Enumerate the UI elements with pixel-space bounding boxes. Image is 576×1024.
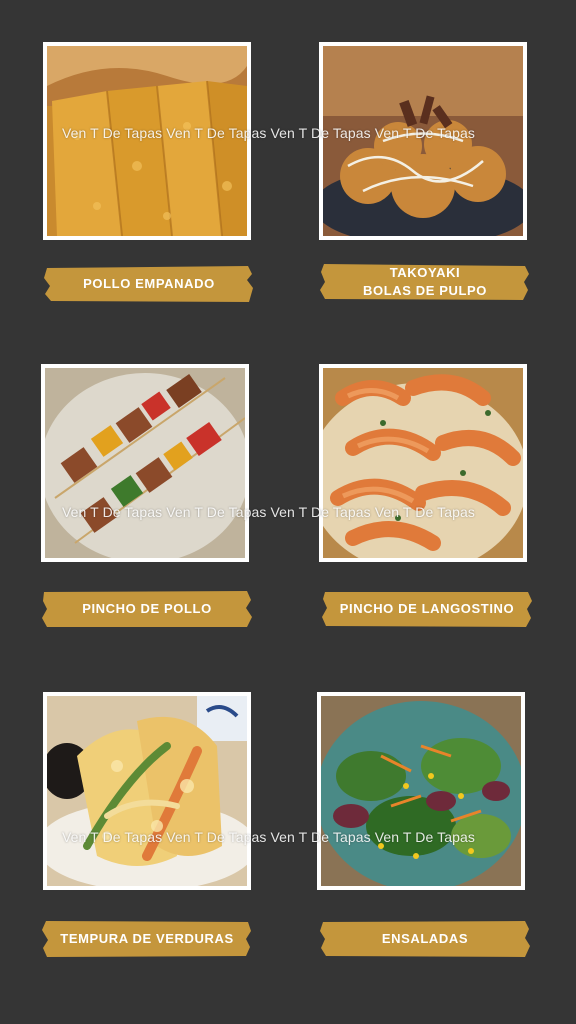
photo-ensaladas[interactable] <box>317 692 525 890</box>
label-text: PINCHO DE POLLO <box>82 601 212 616</box>
grilled-prawns-image <box>323 368 523 558</box>
photo-tempura-de-verduras[interactable] <box>43 692 251 890</box>
chicken-skewers-image <box>45 368 245 558</box>
label-tempura-de-verduras: TEMPURA DE VERDURAS <box>41 919 253 959</box>
label-ensaladas: ENSALADAS <box>319 919 531 959</box>
photo-takoyaki[interactable] <box>319 42 527 240</box>
watermark-row-1: Ven T De Tapas Ven T De Tapas Ven T De T… <box>62 125 475 141</box>
photo-pincho-de-langostino[interactable] <box>319 364 527 562</box>
photo-pollo-empanado[interactable] <box>43 42 251 240</box>
label-text: TAKOYAKI BOLAS DE PULPO <box>363 265 487 298</box>
label-text: ENSALADAS <box>381 931 469 946</box>
label-pincho-de-langostino: PINCHO DE LANGOSTINO <box>321 589 533 629</box>
photo-pincho-de-pollo[interactable] <box>41 364 249 562</box>
label-text: PINCHO DE LANGOSTINO <box>339 601 515 616</box>
label-text: POLLO EMPANADO <box>83 276 215 291</box>
label-text: TEMPURA DE VERDURAS <box>60 931 234 946</box>
vegetable-tempura-image <box>47 696 247 886</box>
takoyaki-image <box>323 46 523 236</box>
watermark-row-3: Ven T De Tapas Ven T De Tapas Ven T De T… <box>62 829 475 845</box>
watermark-row-2: Ven T De Tapas Ven T De Tapas Ven T De T… <box>62 504 475 520</box>
mixed-salad-image <box>321 696 521 886</box>
label-pollo-empanado: POLLO EMPANADO <box>43 264 255 304</box>
label-pincho-de-pollo: PINCHO DE POLLO <box>41 589 253 629</box>
label-takoyaki: TAKOYAKI BOLAS DE PULPO <box>319 262 531 302</box>
fried-chicken-image <box>47 46 247 236</box>
